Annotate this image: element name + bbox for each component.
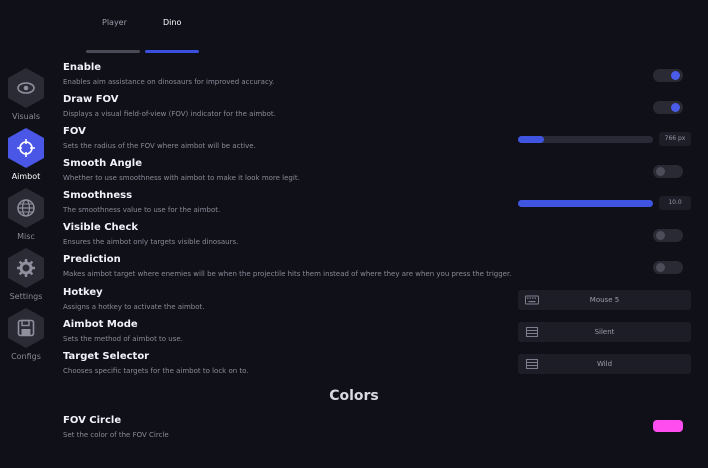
toggle-knob — [656, 263, 665, 272]
sidebar: Visuals Aimbot Misc Settings Configs — [0, 60, 52, 361]
colors-section-title: Colors — [329, 388, 379, 404]
setting-draw-fov: Draw FOV Displays a visual field-of-view… — [63, 94, 695, 124]
setting-description: Ensures the aimbot only targets visible … — [63, 238, 239, 246]
sidebar-item-aimbot[interactable]: Aimbot — [0, 128, 52, 184]
save-icon — [17, 319, 35, 337]
hex-badge — [8, 248, 44, 288]
setting-description: The smoothness value to use for the aimb… — [63, 206, 221, 214]
setting-title: FOV Circle — [63, 415, 122, 426]
aimbot-mode-dropdown[interactable]: Silent — [518, 322, 691, 342]
setting-visible-check: Visible Check Ensures the aimbot only ta… — [63, 222, 695, 252]
toggle-knob — [656, 167, 665, 176]
setting-description: Set the color of the FOV Circle — [63, 431, 169, 439]
tab-dino[interactable]: Dino — [163, 18, 181, 27]
app-window: Player Dino Visuals Aimbot Misc Settings… — [0, 0, 708, 468]
fov-circle-color-swatch[interactable] — [653, 420, 683, 432]
setting-hotkey: Hotkey Assigns a hotkey to activate the … — [63, 287, 695, 317]
setting-fov-circle-color: FOV Circle Set the color of the FOV Circ… — [63, 415, 695, 445]
tab-bar: Player Dino — [86, 18, 326, 58]
visible-check-toggle[interactable] — [653, 229, 683, 242]
setting-smooth-angle: Smooth Angle Whether to use smoothness w… — [63, 158, 695, 188]
target-selector-value: Wild — [596, 360, 613, 368]
setting-title: Visible Check — [63, 222, 139, 233]
sidebar-label: Visuals — [11, 112, 41, 121]
setting-description: Displays a visual field-of-view (FOV) in… — [63, 110, 276, 118]
toggle-knob — [656, 231, 665, 240]
hex-badge — [8, 128, 44, 168]
slider-fill — [518, 136, 544, 143]
setting-aimbot-mode: Aimbot Mode Sets the method of aimbot to… — [63, 319, 695, 349]
smoothness-slider[interactable] — [518, 200, 653, 207]
fov-slider[interactable] — [518, 136, 653, 143]
globe-icon — [17, 199, 35, 217]
eye-icon — [17, 82, 35, 94]
gear-icon — [17, 259, 35, 277]
setting-target-selector: Target Selector Chooses specific targets… — [63, 351, 695, 381]
hex-badge — [8, 308, 44, 348]
toggle-knob — [671, 71, 680, 80]
setting-smoothness: Smoothness The smoothness value to use f… — [63, 190, 695, 220]
tab-player-underline — [86, 50, 140, 53]
setting-description: Assigns a hotkey to activate the aimbot. — [63, 303, 205, 311]
setting-description: Makes aimbot target where enemies will b… — [63, 270, 512, 278]
setting-title: Hotkey — [63, 287, 103, 298]
sidebar-item-configs[interactable]: Configs — [0, 308, 52, 364]
setting-enable: Enable Enables aim assistance on dinosau… — [63, 62, 695, 92]
setting-title: Prediction — [63, 254, 121, 265]
target-selector-dropdown[interactable]: Wild — [518, 354, 691, 374]
setting-title: FOV — [63, 126, 86, 137]
prediction-toggle[interactable] — [653, 261, 683, 274]
enable-toggle[interactable] — [653, 69, 683, 82]
smoothness-value[interactable]: 10.0 — [659, 196, 691, 210]
sidebar-item-visuals[interactable]: Visuals — [0, 68, 52, 124]
hex-badge — [8, 188, 44, 228]
sidebar-item-misc[interactable]: Misc — [0, 188, 52, 244]
hotkey-button[interactable]: Mouse 5 — [518, 290, 691, 310]
setting-description: Sets the method of aimbot to use. — [63, 335, 183, 343]
fov-value[interactable]: 766 px — [659, 132, 691, 146]
tab-dino-underline — [145, 50, 199, 53]
hotkey-value: Mouse 5 — [589, 296, 620, 304]
sidebar-label: Misc — [17, 232, 35, 241]
crosshair-icon — [17, 139, 35, 157]
setting-fov: FOV Sets the radius of the FOV where aim… — [63, 126, 695, 156]
toggle-knob — [671, 103, 680, 112]
setting-title: Smooth Angle — [63, 158, 142, 169]
sidebar-label: Settings — [9, 292, 43, 301]
setting-description: Enables aim assistance on dinosaurs for … — [63, 78, 275, 86]
sidebar-label: Configs — [11, 352, 41, 361]
tab-player[interactable]: Player — [102, 18, 127, 27]
setting-description: Sets the radius of the FOV where aimbot … — [63, 142, 256, 150]
smooth-angle-toggle[interactable] — [653, 165, 683, 178]
hex-badge — [8, 68, 44, 108]
setting-title: Enable — [63, 62, 102, 73]
setting-description: Whether to use smoothness with aimbot to… — [63, 174, 300, 182]
setting-prediction: Prediction Makes aimbot target where ene… — [63, 254, 695, 284]
draw-fov-toggle[interactable] — [653, 101, 683, 114]
setting-title: Draw FOV — [63, 94, 119, 105]
setting-title: Aimbot Mode — [63, 319, 138, 330]
aimbot-mode-value: Silent — [594, 328, 615, 336]
setting-title: Smoothness — [63, 190, 133, 201]
slider-fill — [518, 200, 653, 207]
setting-description: Chooses specific targets for the aimbot … — [63, 367, 249, 375]
setting-title: Target Selector — [63, 351, 150, 362]
sidebar-item-settings[interactable]: Settings — [0, 248, 52, 304]
sidebar-label: Aimbot — [11, 172, 41, 181]
